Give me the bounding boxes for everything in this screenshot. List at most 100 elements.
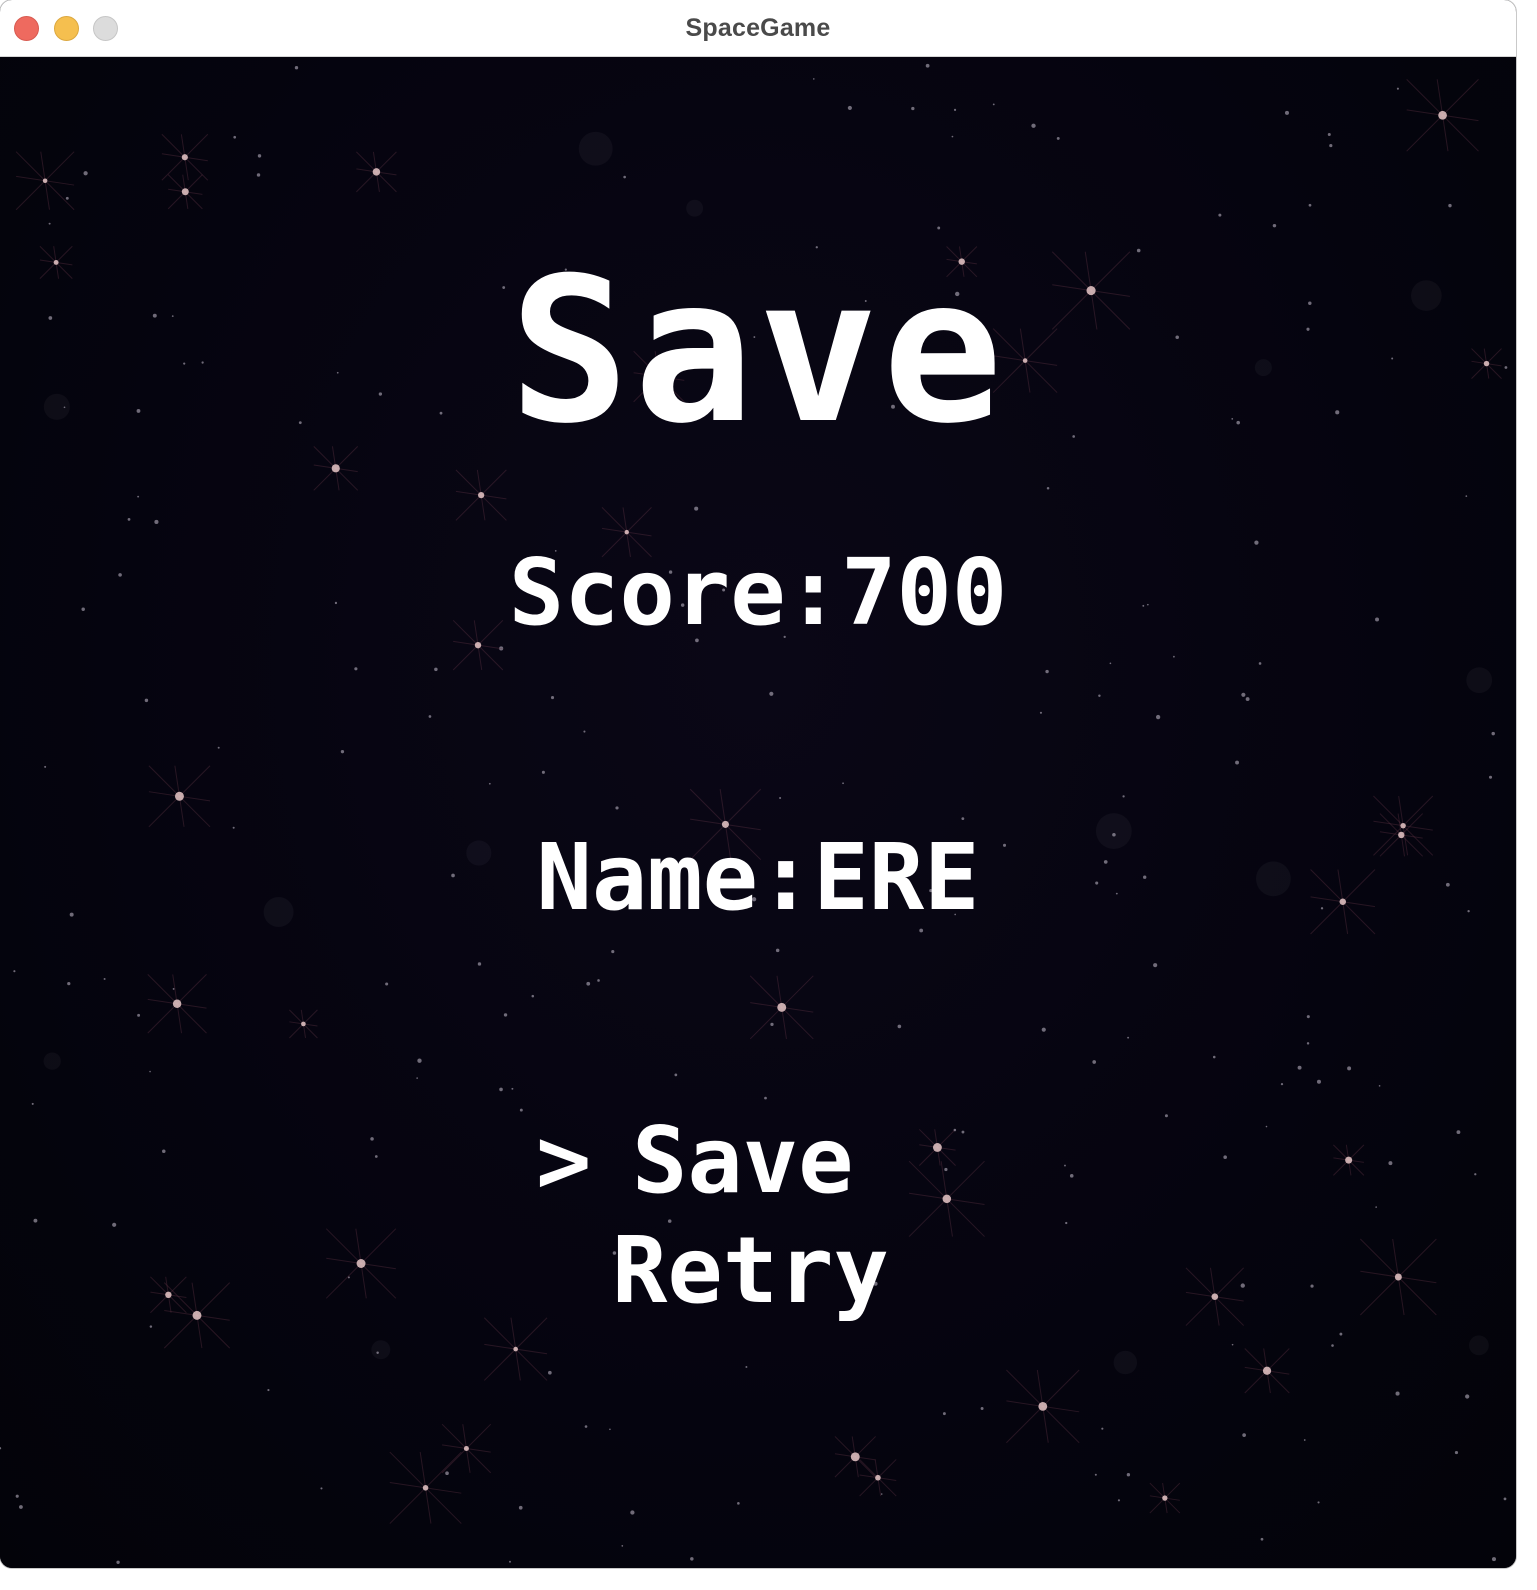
name-value[interactable]: ERE [813,824,979,931]
star [1306,1015,1310,1019]
star [174,791,184,801]
nebula-dot [371,1340,391,1360]
star [980,1407,984,1411]
star [694,506,699,511]
star [48,222,51,225]
star [116,1560,120,1564]
star [609,1428,611,1431]
star [541,770,545,774]
star [301,1021,306,1027]
screen-heading: Save [509,235,1007,468]
star [674,1073,678,1077]
star [548,1370,552,1375]
star [513,1346,518,1352]
star [374,1155,378,1158]
star [503,1013,508,1017]
nebula-dot [1113,1350,1138,1375]
star [463,1445,469,1452]
star [777,1002,787,1012]
star [112,1222,117,1227]
star [217,746,220,749]
star [1223,1155,1227,1159]
star [944,1167,948,1172]
star [531,994,535,998]
star [1260,1537,1264,1541]
star [1046,486,1050,490]
star [1438,110,1447,120]
star [165,1291,172,1299]
star [1211,1293,1219,1300]
star [1101,1427,1104,1430]
star [42,178,48,183]
star [1218,213,1222,217]
star [417,1058,422,1063]
star [933,1143,942,1152]
star [1327,133,1331,137]
window-title: SpaceGame [685,13,831,42]
star [1240,1283,1245,1288]
star [1465,1394,1470,1399]
star [1396,87,1399,90]
star [192,1310,202,1320]
star [630,1510,635,1515]
title-bar: SpaceGame [0,0,1516,57]
minimize-window-button[interactable] [54,16,79,41]
star [690,1557,694,1561]
star [925,63,930,68]
star [1164,1114,1168,1118]
star [942,1412,946,1416]
star [44,765,47,768]
star [162,1149,166,1154]
menu-item-save[interactable]: Save [632,1115,854,1207]
star [331,464,340,473]
star [1345,1156,1353,1164]
star [779,796,782,800]
maximize-window-button[interactable] [93,16,118,41]
star [615,806,619,810]
star [181,188,189,196]
star [1155,714,1161,720]
star [1306,1042,1310,1045]
star [488,782,491,785]
score-label: Score: [508,539,842,646]
star [1235,760,1240,765]
star [154,519,159,525]
star [445,1471,449,1476]
star [1465,495,1468,497]
star [953,1128,957,1132]
star [477,962,482,966]
star [992,103,995,106]
star [550,696,555,700]
star [584,1425,588,1428]
star [764,1096,767,1100]
star [769,691,774,696]
star [1069,1174,1074,1178]
star [961,1130,965,1134]
star [1038,1401,1048,1411]
star [953,108,957,111]
star [1258,662,1262,665]
star [15,1494,19,1498]
menu-item-retry[interactable]: Retry [612,1225,889,1317]
star [372,168,381,176]
star [850,1452,860,1462]
star [232,826,235,829]
name-label: Name: [536,824,814,931]
star [942,1194,952,1204]
star [745,1365,748,1368]
star [340,750,345,754]
star [1265,1125,1268,1128]
game-canvas[interactable]: Save Score:700 Name:ERE > Save Retry [0,57,1516,1568]
star [416,1077,418,1079]
star [1316,1079,1321,1084]
star [1456,1130,1461,1135]
star [137,1013,141,1017]
close-window-button[interactable] [14,16,39,41]
score-line: Score:700 [0,547,1516,639]
game-window: SpaceGame Save Score:700 Name:ERE > Save… [0,0,1516,1568]
star [1454,1450,1459,1455]
star [1098,694,1101,698]
star [880,1493,883,1495]
nebula-dot [578,131,613,166]
star [127,518,131,521]
